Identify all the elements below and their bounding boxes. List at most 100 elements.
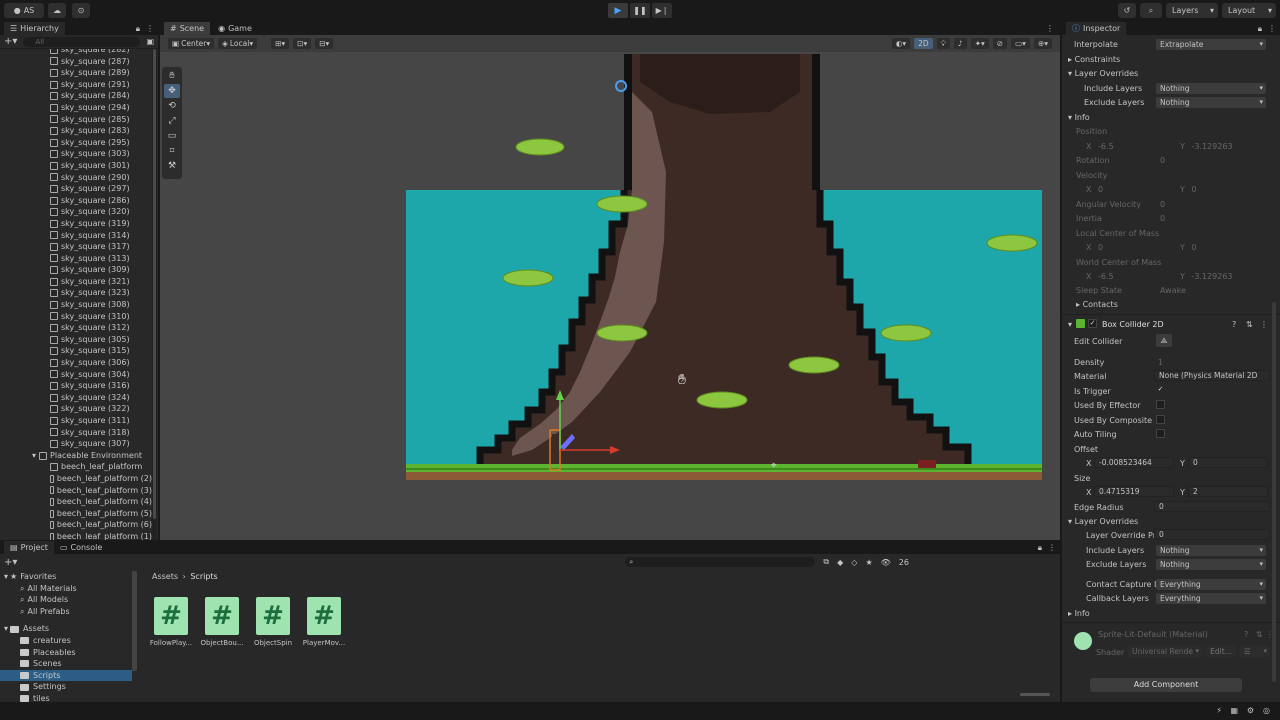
edit-collider-button[interactable]: ⟁: [1156, 334, 1172, 347]
hierarchy-item[interactable]: sky_square (283): [0, 125, 152, 137]
icon-size-slider[interactable]: [1020, 693, 1050, 696]
favorite-item[interactable]: ⌕ All Materials: [0, 583, 132, 595]
callback-layers-dropdown[interactable]: Everything: [1156, 593, 1266, 604]
mode-2d-button[interactable]: 2D: [914, 38, 933, 49]
rect-tool-icon[interactable]: ▭: [164, 129, 180, 143]
box-collider-enabled-checkbox[interactable]: ✓: [1088, 319, 1097, 328]
scene-viewport[interactable]: ⌖ ✋︎ ✥ ⟲ ⤢ ▭ ⌗ ⚒ ✋︎: [160, 52, 1060, 540]
history-icon[interactable]: ↺: [1118, 3, 1136, 18]
edge-radius-field[interactable]: 0: [1154, 501, 1270, 512]
offset-y-field[interactable]: 0: [1188, 457, 1268, 468]
used-by-effector-checkbox[interactable]: [1156, 400, 1165, 409]
interpolate-dropdown[interactable]: Extrapolate: [1156, 39, 1266, 50]
material-field[interactable]: None (Physics Material 2D: [1154, 370, 1270, 381]
hierarchy-item[interactable]: sky_square (320): [0, 206, 152, 218]
hierarchy-item[interactable]: sky_square (316): [0, 380, 152, 392]
hierarchy-group-placeable[interactable]: ▾ Placeable Environment: [0, 450, 152, 462]
favorite-item[interactable]: ⌕ All Prefabs: [0, 606, 132, 618]
hierarchy-item[interactable]: sky_square (313): [0, 253, 152, 265]
tab-game[interactable]: ◉ Game: [212, 22, 258, 35]
account-button[interactable]: ● AS: [4, 3, 44, 18]
hierarchy-item[interactable]: sky_square (301): [0, 160, 152, 172]
hierarchy-item[interactable]: sky_square (289): [0, 67, 152, 79]
hierarchy-item[interactable]: beech_leaf_platform: [0, 461, 152, 473]
add-component-button[interactable]: Add Component: [1090, 678, 1242, 692]
filter-label-icon[interactable]: ◆: [837, 558, 843, 567]
hierarchy-item[interactable]: sky_square (307): [0, 438, 152, 450]
script-file[interactable]: # ObjectSpin: [248, 597, 298, 647]
tab-inspector[interactable]: ⓘ Inspector: [1066, 22, 1127, 35]
info-foldout[interactable]: ▾ Info: [1068, 113, 1090, 122]
cache-icon[interactable]: ▦: [1230, 706, 1238, 715]
tab-project[interactable]: ▤ Project: [4, 541, 54, 554]
lock-icon[interactable]: 🔒︎: [1258, 24, 1262, 34]
lock-icon[interactable]: 🔒︎: [136, 24, 140, 34]
script-file[interactable]: # FollowPlay...: [146, 597, 196, 647]
hierarchy-item[interactable]: sky_square (284): [0, 90, 152, 102]
kebab-menu-icon[interactable]: ⋮: [1048, 543, 1056, 552]
hierarchy-item[interactable]: sky_square (282): [0, 49, 152, 56]
play-button[interactable]: ▶: [608, 3, 628, 18]
orientation-icon[interactable]: ◐▾: [891, 38, 911, 49]
rotate-tool-icon[interactable]: ⟲: [164, 99, 180, 113]
visibility-icon[interactable]: 👁︎: [881, 558, 891, 567]
help-icon[interactable]: ?: [1232, 320, 1236, 329]
hierarchy-item[interactable]: sky_square (290): [0, 172, 152, 184]
offset-x-field[interactable]: -0.008523464: [1094, 457, 1174, 468]
pause-button[interactable]: ❚❚: [630, 3, 650, 18]
lock-icon[interactable]: 🔒︎: [1038, 543, 1042, 553]
size-y-field[interactable]: 2: [1188, 486, 1268, 497]
preset-icon[interactable]: ⇅: [1256, 630, 1263, 639]
debug-icon[interactable]: ⚙: [1247, 706, 1254, 715]
hierarchy-item[interactable]: beech_leaf_platform (4): [0, 496, 152, 508]
shader-edit-button[interactable]: Edit...: [1206, 646, 1236, 657]
hierarchy-item[interactable]: sky_square (315): [0, 345, 152, 357]
hand-tool-icon[interactable]: ✋︎: [164, 69, 180, 83]
project-folder-item[interactable]: creatures: [0, 635, 132, 647]
collab-icon[interactable]: ⊙: [72, 3, 90, 18]
tab-hierarchy[interactable]: ☰ Hierarchy: [4, 22, 65, 35]
script-file[interactable]: # ObjectBou...: [197, 597, 247, 647]
kebab-menu-icon[interactable]: ⋮: [1268, 24, 1276, 33]
exclude-layers2-dropdown[interactable]: Nothing: [1156, 559, 1266, 570]
hierarchy-item[interactable]: sky_square (319): [0, 218, 152, 230]
breadcrumb-root[interactable]: Assets: [152, 572, 178, 581]
hierarchy-item[interactable]: sky_square (317): [0, 241, 152, 253]
exclude-layers-dropdown[interactable]: Nothing: [1156, 97, 1266, 108]
kebab-menu-icon[interactable]: ⋮: [146, 24, 154, 33]
add-icon[interactable]: +▾: [4, 557, 17, 568]
hierarchy-item[interactable]: sky_square (305): [0, 334, 152, 346]
move-tool-icon[interactable]: ✥: [164, 84, 180, 98]
breadcrumb-current[interactable]: Scripts: [190, 572, 217, 581]
hierarchy-item[interactable]: sky_square (295): [0, 137, 152, 149]
is-trigger-checkbox[interactable]: ✓: [1156, 386, 1165, 395]
hierarchy-item[interactable]: beech_leaf_platform (6): [0, 519, 152, 531]
grid-snap-icon[interactable]: ⊞▾: [271, 38, 290, 49]
hidden-objects-icon[interactable]: ⊘: [992, 38, 1008, 49]
hierarchy-item[interactable]: sky_square (310): [0, 311, 152, 323]
hierarchy-item[interactable]: sky_square (322): [0, 403, 152, 415]
scale-tool-icon[interactable]: ⤢: [164, 114, 180, 128]
camera-icon[interactable]: ▭▾: [1011, 38, 1030, 49]
hierarchy-item[interactable]: sky_square (304): [0, 369, 152, 381]
project-search-input[interactable]: ⌕: [625, 557, 816, 567]
hierarchy-item[interactable]: sky_square (297): [0, 183, 152, 195]
hierarchy-item[interactable]: sky_square (311): [0, 415, 152, 427]
shader-dropdown[interactable]: Universal Rende: [1128, 646, 1202, 657]
network-icon[interactable]: ⚡︎: [1216, 706, 1222, 715]
hierarchy-item[interactable]: sky_square (318): [0, 427, 152, 439]
tab-scene[interactable]: # Scene: [164, 22, 211, 35]
layout-dropdown[interactable]: Layout ▾: [1222, 3, 1276, 18]
effects-icon[interactable]: ✦▾: [970, 38, 989, 49]
hierarchy-item[interactable]: sky_square (309): [0, 264, 152, 276]
include-layers-dropdown[interactable]: Nothing: [1156, 83, 1266, 94]
hierarchy-scrollbar[interactable]: [152, 49, 157, 540]
hierarchy-item[interactable]: beech_leaf_platform (5): [0, 508, 152, 520]
used-by-composite-checkbox[interactable]: [1156, 415, 1165, 424]
favorites-folder[interactable]: ▾ ★ Favorites: [0, 571, 132, 583]
gizmos-icon[interactable]: ⊕▾: [1033, 38, 1052, 49]
assets-folder[interactable]: ▾ Assets: [0, 623, 132, 635]
layer-override-priority-field[interactable]: 0: [1154, 529, 1270, 540]
include-layers2-dropdown[interactable]: Nothing: [1156, 545, 1266, 556]
layers-dropdown[interactable]: Layers ▾: [1166, 3, 1218, 18]
